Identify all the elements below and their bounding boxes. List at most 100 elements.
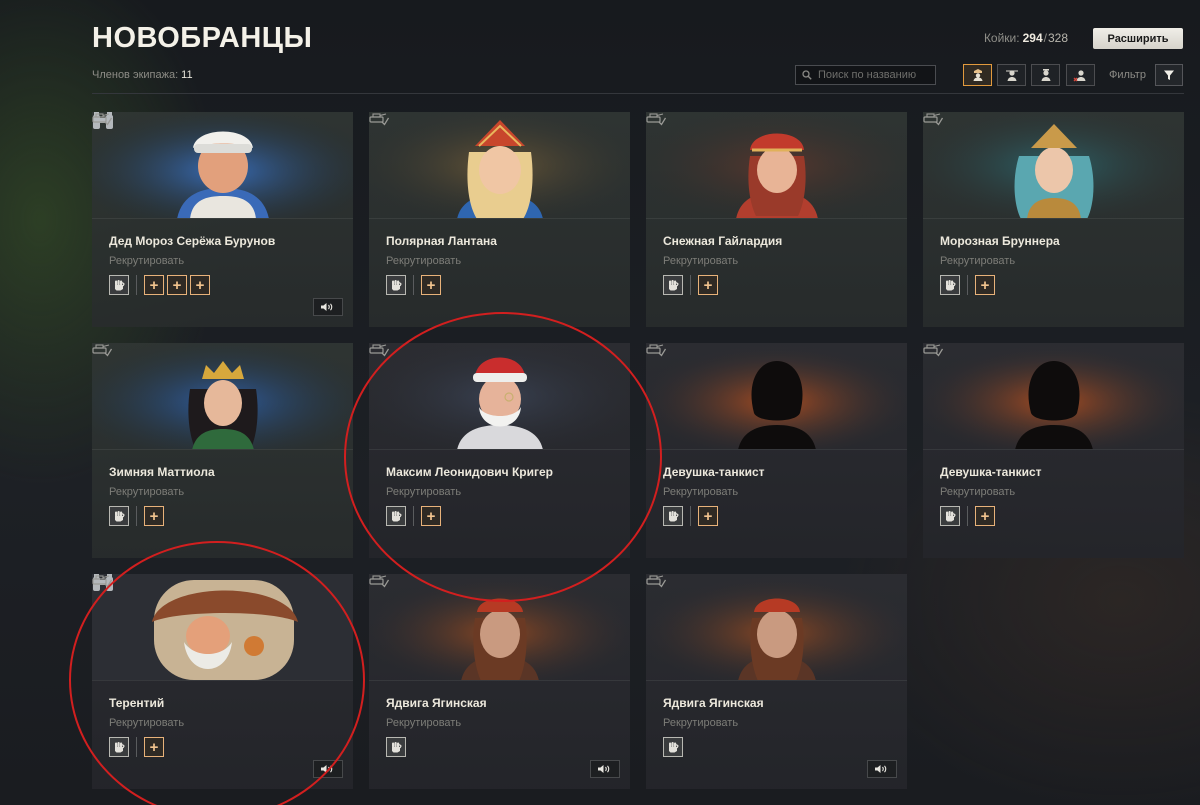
main-skill[interactable] — [109, 275, 129, 295]
tank-checkmark-icon — [92, 112, 112, 126]
portrait — [646, 112, 907, 219]
recruit-link[interactable]: Рекрутировать — [109, 717, 184, 729]
commander-role-icon — [973, 69, 982, 81]
fist-icon — [389, 278, 403, 292]
fist-icon — [666, 740, 680, 754]
main-skill[interactable] — [940, 275, 960, 295]
role-filter-driver[interactable] — [1031, 64, 1060, 86]
portrait — [92, 343, 353, 450]
fist-icon — [389, 740, 403, 754]
voice-preview-button[interactable] — [313, 760, 343, 778]
skill-row: + + + — [109, 275, 213, 295]
filter-button[interactable] — [1155, 64, 1183, 86]
crew-count-value: 11 — [181, 69, 193, 81]
portrait — [369, 343, 630, 450]
tank-checkmark-icon — [92, 574, 112, 588]
skill-row: + — [940, 275, 998, 295]
voice-preview-button[interactable] — [590, 760, 620, 778]
perk-slot-plus-icon[interactable]: + — [167, 275, 187, 295]
search-box[interactable] — [795, 65, 938, 85]
perk-slot-plus-icon[interactable]: + — [421, 275, 441, 295]
recruit-card[interactable]: Дед Мороз Серёжа Бурунов Рекрутировать +… — [92, 112, 353, 327]
recruit-card[interactable]: Терентий Рекрутировать + — [92, 574, 353, 789]
speaker-icon — [320, 764, 336, 774]
main-skill[interactable] — [109, 506, 129, 526]
recruit-card[interactable]: Девушка-танкист Рекрутировать + — [646, 343, 907, 558]
recruit-link[interactable]: Рекрутировать — [663, 486, 738, 498]
skill-divider — [413, 506, 414, 526]
main-skill[interactable] — [940, 506, 960, 526]
portrait-image — [646, 574, 907, 680]
recruit-link[interactable]: Рекрутировать — [386, 717, 461, 729]
recruit-link[interactable]: Рекрутировать — [109, 255, 184, 267]
voice-preview-button[interactable] — [313, 298, 343, 316]
tank-checkmark-icon — [646, 574, 666, 588]
recruit-link[interactable]: Рекрутировать — [663, 717, 738, 729]
skill-row: + — [940, 506, 998, 526]
main-skill[interactable] — [663, 506, 683, 526]
portrait-image — [92, 574, 353, 680]
recruit-link[interactable]: Рекрутировать — [663, 255, 738, 267]
recruit-card[interactable]: Ядвига Ягинская Рекрутировать — [369, 574, 630, 789]
perk-slot-plus-icon[interactable]: + — [144, 737, 164, 757]
fist-icon — [112, 740, 126, 754]
role-filter-radio-operator[interactable] — [1066, 64, 1095, 86]
fist-icon — [666, 509, 680, 523]
skill-row: + — [109, 737, 167, 757]
perk-slot-plus-icon[interactable]: + — [421, 506, 441, 526]
perk-slot-plus-icon[interactable]: + — [975, 275, 995, 295]
skill-divider — [136, 275, 137, 295]
portrait-image — [369, 112, 630, 218]
role-filter-commander[interactable] — [963, 64, 992, 86]
portrait — [92, 112, 353, 219]
search-input[interactable] — [818, 69, 938, 81]
funnel-icon — [1164, 70, 1174, 80]
header-divider — [92, 93, 1184, 94]
tank-checkmark-icon — [369, 112, 389, 126]
crew-name: Девушка-танкист — [663, 465, 765, 479]
main-skill[interactable] — [109, 737, 129, 757]
role-filter-gunner[interactable] — [997, 64, 1026, 86]
main-skill[interactable] — [663, 737, 683, 757]
skill-row: + — [386, 275, 444, 295]
recruit-card[interactable]: Полярная Лантана Рекрутировать + — [369, 112, 630, 327]
recruit-card[interactable]: Зимняя Маттиола Рекрутировать + — [92, 343, 353, 558]
portrait — [646, 343, 907, 450]
skill-row: + — [663, 275, 721, 295]
expand-bunks-button[interactable]: Расширить — [1093, 28, 1183, 49]
recruit-link[interactable]: Рекрутировать — [386, 255, 461, 267]
main-skill[interactable] — [386, 275, 406, 295]
recruit-link[interactable]: Рекрутировать — [940, 255, 1015, 267]
tank-checkmark-icon — [646, 112, 666, 126]
perk-slot-plus-icon[interactable]: + — [698, 506, 718, 526]
recruit-card[interactable]: Максим Леонидович Кригер Рекрутировать + — [369, 343, 630, 558]
main-skill[interactable] — [663, 275, 683, 295]
perk-slot-plus-icon[interactable]: + — [144, 506, 164, 526]
main-skill[interactable] — [386, 737, 406, 757]
bunks-counter: Койки: 294/328 — [984, 31, 1068, 45]
main-skill[interactable] — [386, 506, 406, 526]
perk-slot-plus-icon[interactable]: + — [190, 275, 210, 295]
recruit-card[interactable]: Морозная Бруннера Рекрутировать + — [923, 112, 1184, 327]
perk-slot-plus-icon[interactable]: + — [144, 275, 164, 295]
tank-checkmark-icon — [369, 343, 389, 357]
portrait-image — [92, 343, 353, 449]
crew-name: Снежная Гайлардия — [663, 234, 783, 248]
search-icon — [802, 70, 812, 80]
perk-slot-plus-icon[interactable]: + — [975, 506, 995, 526]
recruit-link[interactable]: Рекрутировать — [109, 486, 184, 498]
recruit-card[interactable]: Снежная Гайлардия Рекрутировать + — [646, 112, 907, 327]
recruit-card[interactable]: Девушка-танкист Рекрутировать + — [923, 343, 1184, 558]
radio-operator-role-icon — [1073, 70, 1085, 82]
fist-icon — [943, 278, 957, 292]
fist-icon — [112, 278, 126, 292]
recruit-card[interactable]: Ядвига Ягинская Рекрутировать — [646, 574, 907, 789]
perk-slot-plus-icon[interactable]: + — [698, 275, 718, 295]
fist-icon — [389, 509, 403, 523]
recruit-link[interactable]: Рекрутировать — [386, 486, 461, 498]
recruit-link[interactable]: Рекрутировать — [940, 486, 1015, 498]
portrait-image — [646, 112, 907, 218]
portrait — [923, 112, 1184, 219]
skill-row: + — [386, 506, 444, 526]
voice-preview-button[interactable] — [867, 760, 897, 778]
